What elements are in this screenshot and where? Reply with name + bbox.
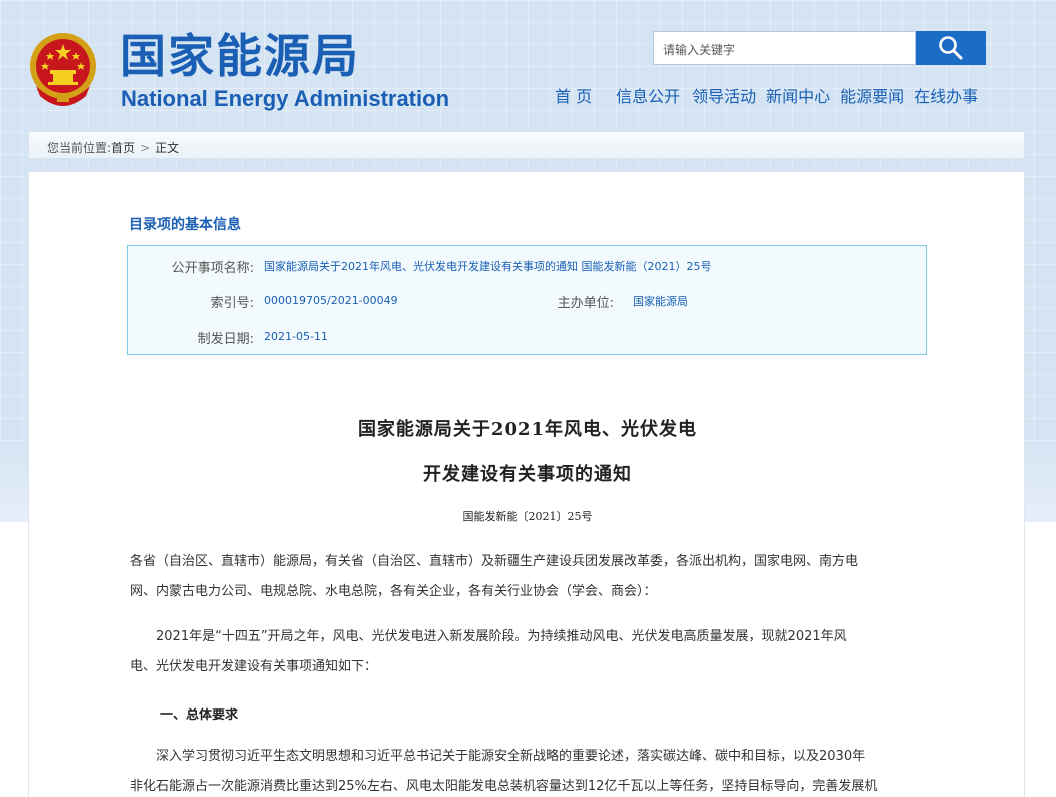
site-logo-english[interactable]: National Energy Administration xyxy=(121,86,449,112)
body-line1: 深入学习贯彻习近平生态文明思想和习近平总书记关于能源安全新战略的重要论述，落实碳… xyxy=(130,749,866,764)
body-line2: 非化石能源占一次能源消费比重达到25%左右、风电太阳能发电总装机容量达到12亿千… xyxy=(130,779,878,794)
breadcrumb-current[interactable]: 正文 xyxy=(155,141,179,155)
nav-home[interactable]: 首 页 xyxy=(555,86,592,108)
site-logo-chinese[interactable]: 国家能源局 xyxy=(120,28,360,84)
main-nav: 首 页 信息公开 领导活动 新闻中心 能源要闻 在线办事 xyxy=(555,86,978,108)
addressee-line2: 网、内蒙古电力公司、电规总院、水电总院，各有关企业，各有关行业协会（学会、商会）… xyxy=(130,584,657,599)
info-index-value: 000019705/2021-00049 xyxy=(264,294,398,307)
info-index-label: 索引号: xyxy=(210,296,254,311)
info-date-value: 2021-05-11 xyxy=(264,330,328,343)
nav-online-services[interactable]: 在线办事 xyxy=(914,86,978,108)
addressee-line1: 各省（自治区、直辖市）能源局，有关省（自治区、直辖市）及新疆生产建设兵团发展改革… xyxy=(130,554,859,569)
info-name-label: 公开事项名称: xyxy=(171,261,254,276)
doc-title-line1: 国家能源局关于2021年风电、光伏发电 xyxy=(357,419,698,440)
info-org-value: 国家能源局 xyxy=(633,295,688,308)
breadcrumb-separator: > xyxy=(140,141,151,155)
info-date-label: 制发日期: xyxy=(197,332,254,347)
info-box: 公开事项名称: 国家能源局关于2021年风电、光伏发电开发建设有关事项的通知 国… xyxy=(127,245,927,355)
search-icon xyxy=(939,36,963,60)
section-heading-1: 一、总体要求 xyxy=(160,708,239,723)
breadcrumb-home-link[interactable]: 首页 xyxy=(111,141,135,155)
intro-line1: 2021年是“十四五”开局之年，风电、光伏发电进入新发展阶段。为持续推动风电、光… xyxy=(130,629,847,644)
info-section-title: 目录项的基本信息 xyxy=(129,217,241,233)
intro-line2: 电、光伏发电开发建设有关事项通知如下： xyxy=(130,659,378,674)
doc-title-line2: 开发建设有关事项的通知 xyxy=(423,464,632,485)
site-header: 国家能源局 National Energy Administration 请输入… xyxy=(0,0,1056,130)
nav-info-disclosure[interactable]: 信息公开 xyxy=(616,86,680,108)
breadcrumb-prefix: 您当前位置: xyxy=(47,141,112,155)
nav-news-center[interactable]: 新闻中心 xyxy=(766,86,830,108)
doc-number: 国能发新能〔2021〕25号 xyxy=(462,510,593,523)
info-name-value: 国家能源局关于2021年风电、光伏发电开发建设有关事项的通知 国能发新能（202… xyxy=(264,260,712,273)
search-button[interactable] xyxy=(916,31,986,65)
article-panel: 目录项的基本信息 公开事项名称: 国家能源局关于2021年风电、光伏发电开发建设… xyxy=(28,171,1025,797)
search-input[interactable]: 请输入关键字 xyxy=(653,31,916,65)
nav-leadership[interactable]: 领导活动 xyxy=(692,86,756,108)
nav-energy-news[interactable]: 能源要闻 xyxy=(840,86,904,108)
national-emblem-icon[interactable] xyxy=(26,30,100,108)
breadcrumb: 您当前位置: 首页 > 正文 xyxy=(28,131,1025,159)
info-org-label: 主办单位: xyxy=(557,296,614,311)
